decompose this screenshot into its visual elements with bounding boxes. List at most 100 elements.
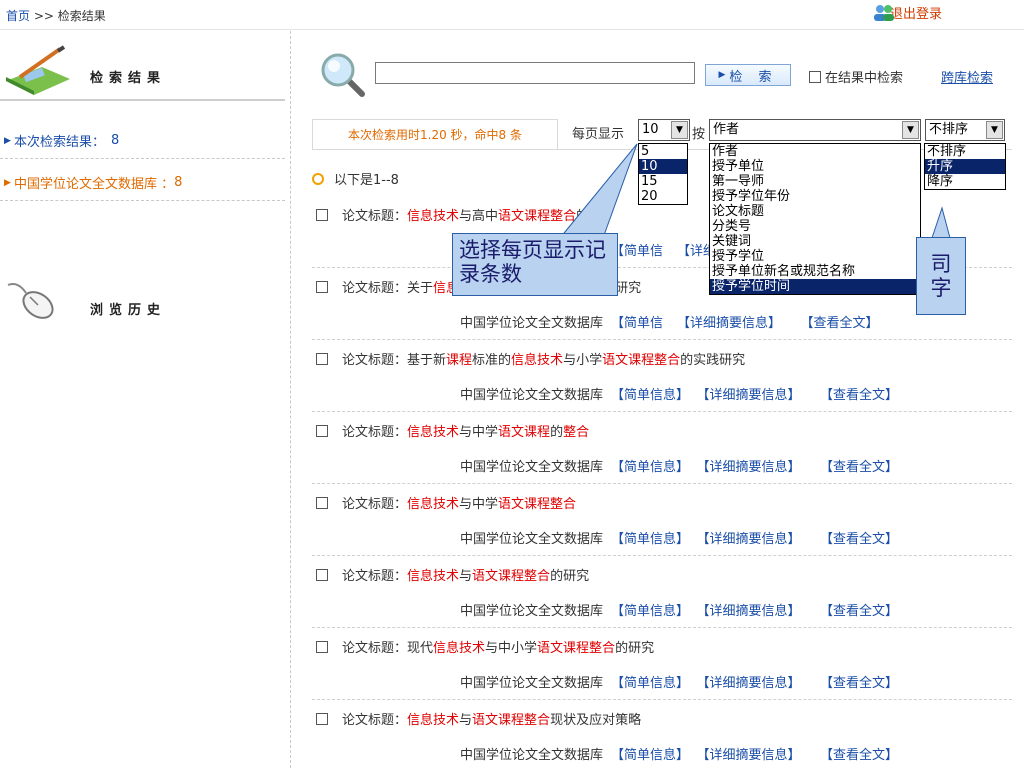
sidebar-item-current-results[interactable]: ▶ 本次检索结果： 8 bbox=[0, 123, 285, 159]
view-fulltext-link[interactable]: 【查看全文】 bbox=[827, 532, 899, 547]
result-title[interactable]: 论文标题：基于新课程标准的信息技术与小学语文课程整合的实践研究 bbox=[342, 349, 745, 368]
result-title-part: 与高中 bbox=[459, 209, 499, 224]
checkbox[interactable] bbox=[316, 641, 328, 653]
result-title-part: 整合 bbox=[563, 425, 590, 440]
dropdown-option[interactable]: 15 bbox=[639, 174, 687, 189]
view-fulltext-link[interactable]: 【查看全文】 bbox=[827, 460, 899, 475]
dropdown-option[interactable]: 升序 bbox=[925, 159, 1005, 174]
dropdown-option[interactable]: 授予学位时间 bbox=[710, 279, 920, 294]
dropdown-option[interactable]: 关键词 bbox=[710, 234, 920, 249]
checkbox[interactable] bbox=[316, 425, 328, 437]
result-title-part: 信息技术 bbox=[407, 569, 460, 584]
result-title[interactable]: 论文标题：现代信息技术与中小学语文课程整合的研究 bbox=[342, 637, 654, 656]
detail-abstract-link[interactable]: 【详细摘要信息】 bbox=[703, 748, 801, 763]
logout-button[interactable]: 退出登录 bbox=[872, 1, 942, 23]
detail-abstract-link[interactable]: 【详细摘要信息】 bbox=[703, 532, 801, 547]
result-title-part: 的 bbox=[550, 425, 564, 440]
dropdown-option[interactable]: 降序 bbox=[925, 174, 1005, 189]
result-title-part: 语文课程整合 bbox=[537, 641, 616, 656]
cross-db-search-link[interactable]: 跨库检索 bbox=[941, 67, 993, 86]
sidebar-item-degree-db[interactable]: ▶ 中国学位论文全文数据库 ： 8 bbox=[0, 165, 285, 201]
view-fulltext-link[interactable]: 【查看全文】 bbox=[807, 316, 879, 331]
divider bbox=[0, 99, 285, 101]
result-section-title: 检索结果 bbox=[90, 71, 167, 86]
result-title-part: 语文 bbox=[498, 209, 525, 224]
breadcrumb-home[interactable]: 首页 bbox=[6, 9, 30, 23]
detail-abstract-link[interactable]: 【详细摘要信息】 bbox=[703, 388, 801, 403]
search-input[interactable] bbox=[375, 62, 695, 84]
brief-info-link[interactable]: 【简单信息】 bbox=[611, 748, 689, 763]
checkbox[interactable] bbox=[316, 497, 328, 509]
checkbox[interactable] bbox=[316, 281, 328, 293]
dropdown-option[interactable]: 论文标题 bbox=[710, 204, 920, 219]
per-page-callout: 选择每页显示记录条数 bbox=[452, 233, 618, 296]
per-page-select[interactable]: 10 ▼ bbox=[638, 119, 690, 141]
sort-field-options: 作者 授予单位 第一导师 授予学位年份 论文标题 分类号 关键词 授予学位 授予单位新名或规范名… bbox=[709, 143, 921, 295]
view-fulltext-link[interactable]: 【查看全文】 bbox=[827, 748, 899, 763]
checkbox[interactable] bbox=[316, 209, 328, 221]
result-database: 中国学位论文全文数据库 bbox=[460, 460, 604, 475]
result-title-part: 的研究 bbox=[615, 641, 655, 656]
sort-field-callout: 司 字 bbox=[916, 237, 966, 315]
sort-field-select[interactable]: 作者 ▼ bbox=[709, 119, 921, 141]
result-links: 中国学位论文全文数据库 【简单信息】 【详细摘要信息】 【查看全文】 bbox=[460, 456, 898, 475]
brief-info-link[interactable]: 【简单信 bbox=[611, 316, 663, 331]
view-fulltext-link[interactable]: 【查看全文】 bbox=[827, 604, 899, 619]
brief-info-link[interactable]: 【简单信息】 bbox=[611, 460, 689, 475]
result-title-part: 课程整合 bbox=[524, 209, 577, 224]
dropdown-option[interactable]: 第一导师 bbox=[710, 174, 920, 189]
detail-abstract-link[interactable]: 【详细摘要信息】 bbox=[703, 604, 801, 619]
result-title[interactable]: 论文标题：信息技术与语文课程整合的研究 bbox=[342, 565, 589, 584]
result-title[interactable]: 论文标题：信息技术与高中语文课程整合的教 bbox=[342, 205, 602, 224]
dropdown-option[interactable]: 授予学位年份 bbox=[710, 189, 920, 204]
detail-abstract-link[interactable]: 【详细摘要信息】 bbox=[703, 676, 801, 691]
dropdown-option[interactable]: 10 bbox=[639, 159, 687, 174]
brief-info-link[interactable]: 【简单信息】 bbox=[611, 388, 689, 403]
result-item: 论文标题：信息技术与语文课程整合的研究中国学位论文全文数据库 【简单信息】 【详细摘… bbox=[312, 556, 1012, 628]
result-title-part: 现状及应对策略 bbox=[550, 713, 642, 728]
brief-info-link[interactable]: 【简单信 bbox=[611, 244, 663, 259]
sort-field-value: 作者 bbox=[713, 122, 740, 137]
result-links: 中国学位论文全文数据库 【简单信息】 【详细摘要信息】 【查看全文】 bbox=[460, 672, 898, 691]
search-in-results-checkbox[interactable]: 在结果中检索 bbox=[809, 67, 903, 86]
result-item: 论文标题：基于新课程标准的信息技术与小学语文课程整合的实践研究 中国学位论文全文数… bbox=[312, 340, 1012, 412]
result-title[interactable]: 论文标题：信息技术与中学语文课程整合 bbox=[342, 493, 576, 512]
brief-info-link[interactable]: 【简单信息】 bbox=[611, 604, 689, 619]
dropdown-option[interactable]: 授予单位 bbox=[710, 159, 920, 174]
result-title-prefix: 论文标题：现代 bbox=[342, 641, 434, 656]
checkbox-icon bbox=[809, 70, 821, 83]
result-database: 中国学位论文全文数据库 bbox=[460, 604, 604, 619]
users-icon bbox=[874, 5, 894, 21]
dropdown-option[interactable]: 授予单位新名或规范名称 bbox=[710, 264, 920, 279]
result-section-header: 检索结果 bbox=[0, 45, 285, 103]
result-title-part: 与小学 bbox=[563, 353, 603, 368]
dropdown-option[interactable]: 授予学位 bbox=[710, 249, 920, 264]
view-fulltext-link[interactable]: 【查看全文】 bbox=[827, 388, 899, 403]
checkbox[interactable] bbox=[316, 713, 328, 725]
checkbox[interactable] bbox=[316, 569, 328, 581]
brief-info-link[interactable]: 【简单信息】 bbox=[611, 532, 689, 547]
detail-abstract-link[interactable]: 【详细摘要信息】 bbox=[677, 316, 781, 331]
result-title[interactable]: 论文标题：信息技术与语文课程整合现状及应对策略 bbox=[342, 709, 641, 728]
search-button[interactable]: ▶ 检 索 bbox=[705, 64, 791, 86]
breadcrumb: 首页 >> 检索结果 bbox=[6, 7, 106, 24]
sort-order-select[interactable]: 不排序 ▼ bbox=[925, 119, 1005, 141]
dropdown-option[interactable]: 5 bbox=[639, 144, 687, 159]
dropdown-option[interactable]: 不排序 bbox=[925, 144, 1005, 159]
result-title[interactable]: 论文标题：信息技术与中学语文课程的整合 bbox=[342, 421, 589, 440]
detail-abstract-link[interactable]: 【详细摘要信息】 bbox=[703, 460, 801, 475]
result-links: 中国学位论文全文数据库 【简单信息】 【详细摘要信息】 【查看全文】 bbox=[460, 384, 898, 403]
dropdown-option[interactable]: 分类号 bbox=[710, 219, 920, 234]
result-title-part: 与中学 bbox=[459, 497, 499, 512]
result-title-part: 与 bbox=[459, 569, 473, 584]
sort-order-options: 不排序 升序 降序 bbox=[924, 143, 1006, 190]
dropdown-option[interactable]: 作者 bbox=[710, 144, 920, 159]
mouse-icon bbox=[7, 283, 54, 319]
view-fulltext-link[interactable]: 【查看全文】 bbox=[827, 676, 899, 691]
brief-info-link[interactable]: 【简单信息】 bbox=[611, 676, 689, 691]
breadcrumb-sep: >> bbox=[33, 9, 54, 23]
per-page-label: 每页显示 bbox=[572, 127, 625, 142]
logout-label: 退出登录 bbox=[890, 6, 943, 22]
checkbox[interactable] bbox=[316, 353, 328, 365]
dropdown-option[interactable]: 20 bbox=[639, 189, 687, 204]
